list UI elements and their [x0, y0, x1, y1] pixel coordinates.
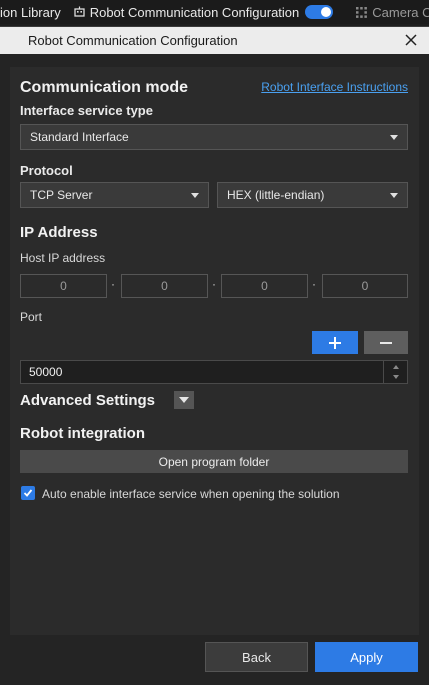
advanced-expand-button[interactable]	[174, 391, 194, 409]
spin-arrows[interactable]	[383, 361, 407, 383]
encoding-select[interactable]: HEX (little-endian)	[217, 182, 408, 208]
protocol-value: TCP Server	[30, 188, 93, 202]
checkmark-icon	[23, 489, 33, 497]
minus-icon	[380, 341, 392, 344]
settings-panel: Communication mode Robot Interface Instr…	[10, 67, 419, 635]
ip-dot: ·	[111, 277, 115, 291]
ip-octet-1[interactable]: 0	[20, 274, 107, 298]
interface-service-type-label: Interface service type	[20, 103, 153, 118]
robot-icon	[73, 5, 86, 19]
protocol-select[interactable]: TCP Server	[20, 182, 209, 208]
port-value: 50000	[29, 365, 63, 379]
chevron-down-icon	[390, 193, 398, 198]
auto-enable-checkbox[interactable]	[21, 486, 35, 500]
dialog-title: Robot Communication Configuration	[28, 33, 238, 48]
robot-communication-toggle[interactable]	[305, 5, 334, 19]
top-tab-strip: ion Library Robot Communication Configur…	[0, 0, 429, 24]
chevron-down-icon	[191, 193, 199, 198]
advanced-settings-heading[interactable]: Advanced Settings	[20, 392, 155, 409]
ip-dot: ·	[312, 277, 316, 291]
ip-octet-3[interactable]: 0	[221, 274, 308, 298]
protocol-label: Protocol	[20, 163, 73, 178]
robot-communication-dialog: Robot Communication Configuration Commun…	[0, 26, 429, 685]
apply-button[interactable]: Apply	[315, 642, 418, 672]
open-program-folder-button[interactable]: Open program folder	[20, 450, 408, 473]
interface-service-type-value: Standard Interface	[30, 130, 129, 144]
chevron-down-icon	[390, 135, 398, 140]
chevron-down-icon	[179, 397, 189, 403]
interface-service-type-select[interactable]: Standard Interface	[20, 124, 408, 150]
add-button[interactable]	[312, 331, 358, 354]
ip-octet-2[interactable]: 0	[121, 274, 208, 298]
robot-integration-heading: Robot integration	[20, 425, 145, 442]
host-ip-label: Host IP address	[20, 251, 106, 265]
spin-down-icon[interactable]	[393, 375, 399, 379]
ip-octet-4[interactable]: 0	[322, 274, 408, 298]
port-spinbox[interactable]: 50000	[20, 360, 408, 384]
encoding-value: HEX (little-endian)	[227, 188, 325, 202]
communication-mode-heading: Communication mode	[20, 79, 189, 96]
tab-camera-calibration-label[interactable]: Camera Cali	[372, 5, 429, 20]
tab-robot-communication-label[interactable]: Robot Communication Configuration	[90, 5, 300, 20]
robot-interface-instructions-link[interactable]: Robot Interface Instructions	[261, 80, 408, 94]
close-icon[interactable]	[403, 32, 419, 48]
remove-button[interactable]	[364, 331, 408, 354]
back-button[interactable]: Back	[205, 642, 308, 672]
spin-up-icon[interactable]	[393, 365, 399, 369]
ip-address-heading: IP Address	[20, 224, 98, 241]
ip-dot: ·	[212, 277, 216, 291]
plus-icon	[329, 336, 341, 349]
dialog-titlebar: Robot Communication Configuration	[0, 27, 429, 54]
camera-grid-icon	[355, 5, 368, 19]
port-label: Port	[20, 310, 43, 324]
auto-enable-label[interactable]: Auto enable interface service when openi…	[42, 487, 340, 501]
tab-library-label[interactable]: ion Library	[0, 5, 61, 20]
